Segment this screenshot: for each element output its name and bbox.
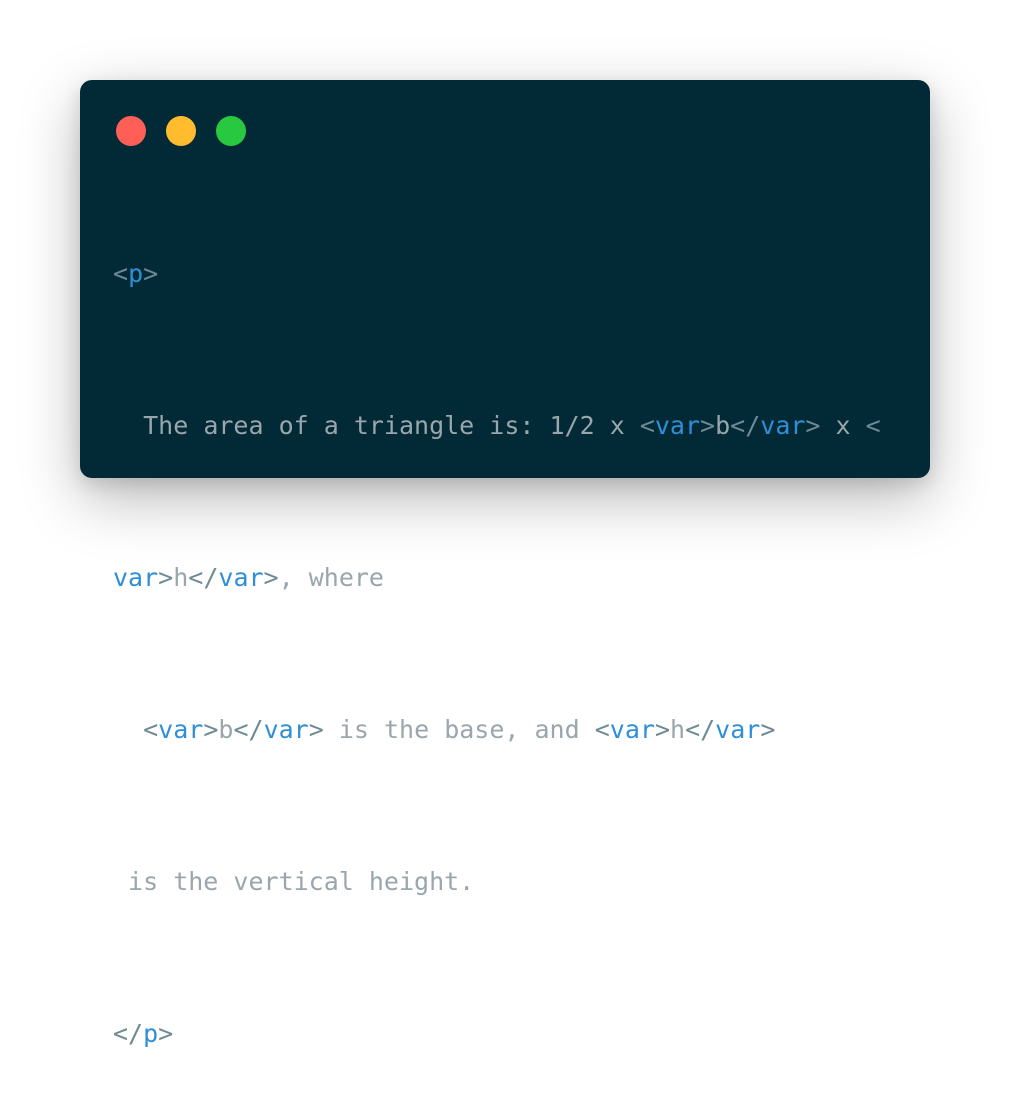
code-line-6: </p> xyxy=(113,1015,903,1053)
code-line-3: var>h</var>, where xyxy=(113,559,903,597)
tag-name: var xyxy=(263,715,309,744)
code-line-5: is the vertical height. xyxy=(113,863,903,901)
angle-bracket: </ xyxy=(113,1019,144,1048)
angle-bracket: < xyxy=(639,411,655,440)
text-node: is the vertical height. xyxy=(113,867,475,896)
code-line-1: <p> xyxy=(113,255,903,293)
angle-bracket: > xyxy=(203,715,219,744)
tag-name: var xyxy=(654,411,701,440)
angle-bracket: > xyxy=(805,411,821,440)
angle-bracket: > xyxy=(308,715,324,744)
angle-bracket: > xyxy=(700,411,716,440)
angle-bracket: </ xyxy=(685,715,716,744)
angle-bracket: < xyxy=(113,259,129,288)
tag-name: var xyxy=(715,715,761,744)
angle-bracket: > xyxy=(158,563,174,592)
angle-bracket: < xyxy=(143,715,159,744)
text-node: x xyxy=(820,411,866,440)
tag-name: var xyxy=(609,715,655,744)
angle-bracket: < xyxy=(594,715,610,744)
angle-bracket: </ xyxy=(233,715,264,744)
text-node: h xyxy=(173,563,189,592)
angle-bracket: > xyxy=(158,1019,174,1048)
close-button[interactable] xyxy=(116,116,146,146)
text-node: , where xyxy=(278,563,384,592)
angle-bracket: </ xyxy=(730,411,761,440)
code-line-4: <var>b</var> is the base, and <var>h</va… xyxy=(113,711,903,749)
tag-name: p xyxy=(143,1019,159,1048)
text-node: h xyxy=(670,715,686,744)
text-node: The area of a triangle is: 1/2 x xyxy=(143,411,640,440)
text-node: b xyxy=(715,411,731,440)
tag-name: var xyxy=(113,563,159,592)
angle-bracket: > xyxy=(654,715,670,744)
angle-bracket: > xyxy=(143,259,159,288)
window-controls xyxy=(116,116,246,146)
tag-name: p xyxy=(128,259,144,288)
angle-bracket: > xyxy=(263,563,279,592)
angle-bracket: > xyxy=(760,715,776,744)
code-block: <p> The area of a triangle is: 1/2 x <va… xyxy=(113,179,903,1116)
code-line-2: The area of a triangle is: 1/2 x <var>b<… xyxy=(113,407,903,445)
minimize-button[interactable] xyxy=(166,116,196,146)
code-window: <p> The area of a triangle is: 1/2 x <va… xyxy=(80,80,930,1048)
zoom-button[interactable] xyxy=(216,116,246,146)
text-node: b xyxy=(218,715,234,744)
tag-name: var xyxy=(218,563,264,592)
angle-bracket: < xyxy=(865,411,881,440)
tag-name: var xyxy=(158,715,204,744)
text-node: is the base, and xyxy=(323,715,595,744)
angle-bracket: </ xyxy=(188,563,219,592)
tag-name: var xyxy=(760,411,806,440)
